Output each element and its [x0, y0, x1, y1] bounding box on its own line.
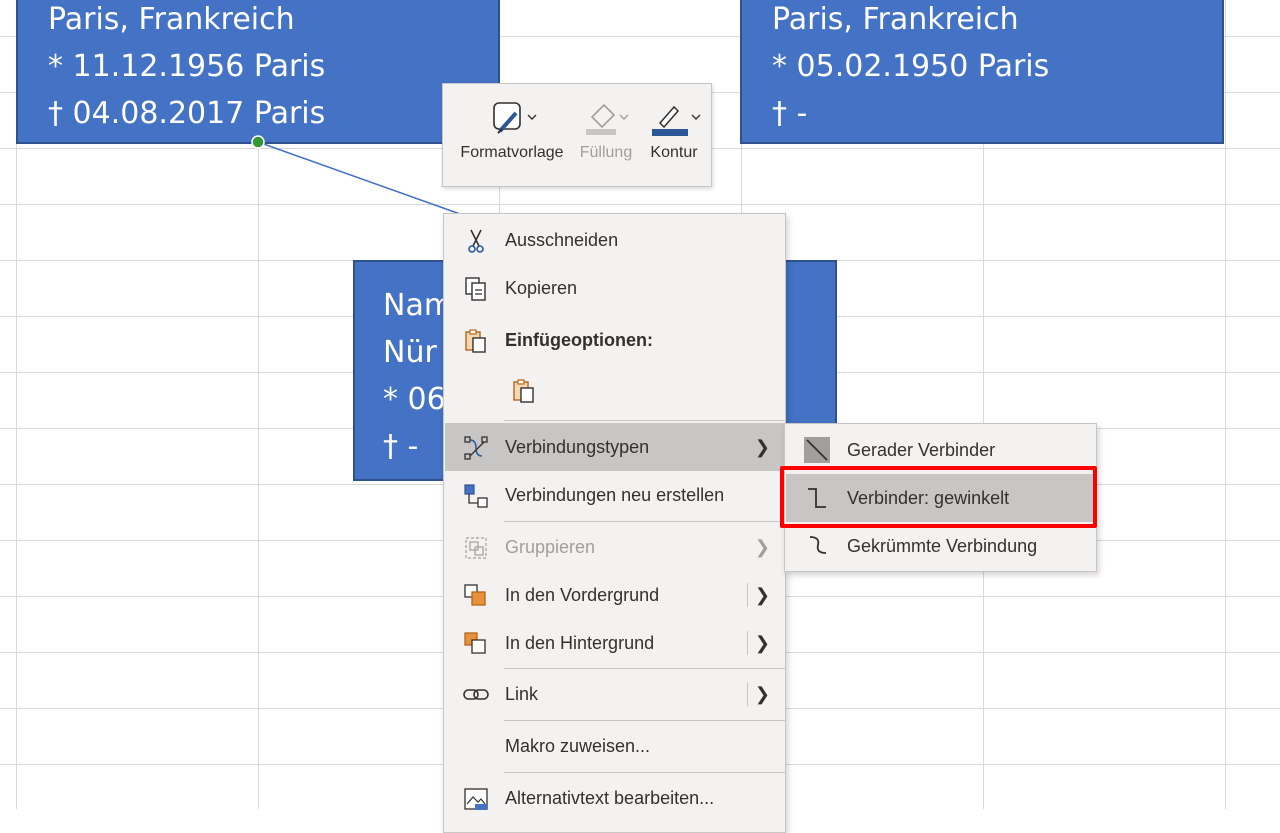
menu-label: Link [505, 683, 539, 704]
menu-label: Gruppieren [505, 536, 596, 557]
mini-toolbar: Formatvorlage Füllung Kontur [442, 83, 712, 187]
chevron-right-icon[interactable]: ❯ [755, 684, 770, 705]
context-menu: Ausschneiden Kopieren Einfügeoptionen: V… [443, 213, 786, 833]
family-tree-box-1[interactable]: Paris, Frankreich * 11.12.1956 Paris † 0… [16, 0, 500, 144]
box-text-line: * 05.02.1950 Paris [772, 49, 1050, 84]
group-icon [465, 537, 487, 559]
link-icon [463, 689, 489, 700]
straight-connector-icon [804, 437, 830, 463]
alt-text-icon [464, 788, 488, 810]
bring-front-icon [464, 584, 486, 606]
menu-item-alt-text[interactable]: Alternativtext bearbeiten... [445, 774, 784, 822]
outline-pen-icon [652, 105, 701, 136]
menu-item-copy[interactable]: Kopieren [445, 264, 784, 312]
menu-item-reroute[interactable]: Verbindungen neu erstellen [445, 471, 784, 519]
send-back-icon [464, 632, 486, 654]
fill-bucket-icon [586, 103, 629, 135]
fill-label: Füllung [579, 144, 633, 161]
paste-option-button[interactable] [445, 366, 784, 416]
shape-style-icon [493, 102, 537, 134]
chevron-right-icon: ❯ [754, 437, 770, 457]
menu-item-connector-types[interactable]: Verbindungstypen ❯ [445, 423, 784, 471]
menu-label: Verbindungstypen [505, 436, 650, 457]
submenu-label: Gekrümmte Verbindung [847, 536, 1038, 556]
box-text-line: Paris, Frankreich [48, 2, 295, 37]
copy-icon [465, 277, 486, 301]
menu-label: Einfügeoptionen: [505, 329, 653, 350]
box-text-line: * 11.12.1956 Paris [48, 49, 326, 84]
menu-label: Kopieren [505, 277, 578, 298]
highlight-frame [780, 466, 1097, 528]
menu-item-bring-front[interactable]: In den Vordergrund ❯ [445, 571, 784, 619]
fill-button[interactable]: Füllung [571, 94, 641, 162]
submenu-label: Gerader Verbinder [847, 440, 996, 460]
connector-types-icon [464, 436, 488, 460]
box-text-line: † - [772, 96, 808, 131]
menu-label: Verbindungen neu erstellen [505, 484, 725, 505]
paste-icon [465, 329, 486, 353]
menu-label: Makro zuweisen... [505, 735, 651, 756]
outline-label: Kontur [650, 144, 698, 161]
menu-item-group[interactable]: Gruppieren ❯ [445, 523, 784, 571]
format-style-button[interactable]: Formatvorlage [453, 94, 571, 162]
menu-item-assign-macro[interactable]: Makro zuweisen... [445, 722, 784, 770]
curved-connector-icon [809, 536, 827, 554]
submenu-item-curved[interactable]: Gekrümmte Verbindung [786, 522, 1095, 570]
scissors-icon [468, 229, 484, 253]
menu-item-send-back[interactable]: In den Hintergrund ❯ [445, 619, 784, 667]
paste-icon [513, 379, 534, 403]
family-tree-box-2[interactable]: Paris, Frankreich * 05.02.1950 Paris † - [740, 0, 1224, 144]
menu-item-paste-options: Einfügeoptionen: [445, 316, 784, 364]
reroute-icon [464, 484, 488, 508]
menu-label: Ausschneiden [505, 229, 619, 250]
menu-item-cut[interactable]: Ausschneiden [445, 216, 784, 264]
box-text-line: Paris, Frankreich [772, 2, 1019, 37]
box-text-line: † 04.08.2017 Paris [48, 96, 326, 131]
menu-item-link[interactable]: Link ❯ [445, 670, 784, 718]
chevron-right-icon: ❯ [754, 537, 770, 557]
format-style-label: Formatvorlage [460, 144, 564, 161]
chevron-right-icon[interactable]: ❯ [755, 585, 770, 606]
chevron-right-icon[interactable]: ❯ [755, 633, 770, 654]
menu-label: Alternativtext bearbeiten... [505, 787, 715, 808]
menu-label: In den Hintergrund [505, 632, 655, 653]
outline-button[interactable]: Kontur [641, 94, 707, 162]
menu-label: In den Vordergrund [505, 584, 660, 605]
